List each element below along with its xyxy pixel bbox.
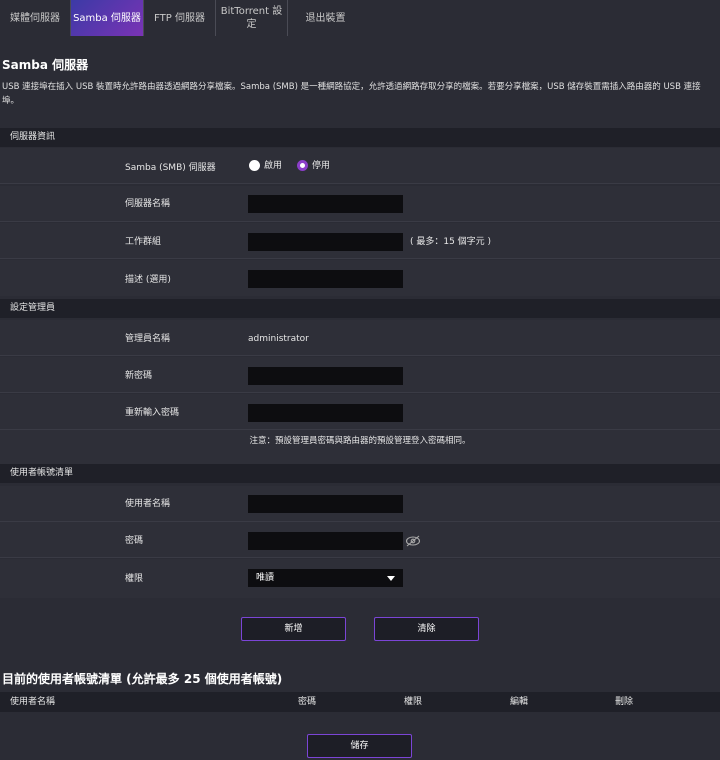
tab-ftp-server[interactable]: FTP 伺服器	[144, 0, 216, 36]
column-delete: 刪除	[615, 697, 634, 707]
row-samba-server: Samba (SMB) 伺服器 啟用 停用	[0, 148, 720, 184]
save-button[interactable]: 儲存	[307, 734, 412, 758]
workgroup-label: 工作群組	[125, 237, 162, 247]
username-label: 使用者名稱	[125, 499, 171, 509]
admin-note: 注意：預設管理員密碼與路由器的預設管理登入密碼相同。	[249, 436, 471, 446]
username-input[interactable]	[248, 495, 403, 513]
current-list-title-suffix: 個使用者帳號)	[200, 672, 283, 686]
section-server-info: 伺服器資訊	[0, 128, 720, 147]
page-title: Samba 伺服器	[2, 58, 89, 72]
server-name-input[interactable]	[248, 195, 403, 213]
row-confirm-password: 重新輸入密碼	[0, 394, 720, 430]
enable-radio-label[interactable]: 啟用	[264, 160, 282, 172]
row-server-name: 伺服器名稱	[0, 186, 720, 222]
column-username: 使用者名稱	[10, 697, 56, 707]
tab-bittorrent-settings[interactable]: BitTorrent 設定	[216, 0, 288, 36]
admin-name-value: administrator	[248, 334, 309, 344]
user-password-input[interactable]	[248, 532, 403, 550]
row-workgroup: 工作群組 ( 最多：15 個字元 )	[0, 223, 720, 259]
section-admin: 設定管理員	[0, 299, 720, 318]
row-new-password: 新密碼	[0, 357, 720, 393]
confirm-password-label: 重新輸入密碼	[125, 408, 180, 418]
add-button[interactable]: 新增	[241, 617, 346, 641]
workgroup-hint: ( 最多：15 個字元 )	[410, 237, 492, 247]
current-list-title: 目前的使用者帳號清單 (允許最多 25 個使用者帳號)	[2, 670, 282, 687]
server-name-label: 伺服器名稱	[125, 199, 171, 209]
samba-server-label: Samba (SMB) 伺服器	[125, 163, 216, 173]
new-password-input[interactable]	[248, 367, 403, 385]
permission-select[interactable]: 唯讀	[248, 569, 403, 587]
current-list-max-count: 25	[183, 672, 201, 686]
current-list-title-prefix: 目前的使用者帳號清單 (允許最多	[2, 672, 184, 686]
column-password: 密碼	[298, 697, 317, 707]
row-description: 描述 (選用)	[0, 260, 720, 296]
description-label: 描述 (選用)	[125, 275, 171, 285]
eye-slash-icon[interactable]	[405, 535, 421, 547]
disable-radio[interactable]	[297, 160, 308, 171]
section-user-accounts: 使用者帳號清單	[0, 464, 720, 483]
row-username: 使用者名稱	[0, 486, 720, 522]
permission-label: 權限	[125, 574, 144, 584]
disable-radio-label[interactable]: 停用	[312, 160, 330, 172]
tab-media-server[interactable]: 媒體伺服器	[0, 0, 71, 36]
enable-radio[interactable]	[249, 160, 260, 171]
clear-button[interactable]: 清除	[374, 617, 479, 641]
caret-down-icon	[387, 576, 395, 581]
page-description: USB 連接埠在插入 USB 裝置時允許路由器透過網路分享檔案。Samba (S…	[2, 82, 701, 106]
admin-name-label: 管理員名稱	[125, 334, 171, 344]
tab-bar: 媒體伺服器 Samba 伺服器 FTP 伺服器 BitTorrent 設定 退出…	[0, 0, 720, 36]
new-password-label: 新密碼	[125, 371, 153, 381]
column-edit: 編輯	[510, 697, 529, 707]
description-input[interactable]	[248, 270, 403, 288]
workgroup-input[interactable]	[248, 233, 403, 251]
row-admin-note: 注意：預設管理員密碼與路由器的預設管理登入密碼相同。	[0, 430, 720, 464]
column-permission: 權限	[404, 697, 423, 707]
current-list-header: 使用者名稱 密碼 權限 編輯 刪除	[0, 692, 720, 712]
row-admin-name: 管理員名稱 administrator	[0, 320, 720, 356]
tab-samba-server[interactable]: Samba 伺服器	[71, 0, 144, 36]
row-permission: 權限 唯讀	[0, 559, 720, 598]
row-user-password: 密碼	[0, 522, 720, 558]
tab-eject-device[interactable]: 退出裝置	[288, 0, 363, 36]
permission-select-value: 唯讀	[256, 573, 275, 583]
user-password-label: 密碼	[125, 536, 144, 546]
confirm-password-input[interactable]	[248, 404, 403, 422]
